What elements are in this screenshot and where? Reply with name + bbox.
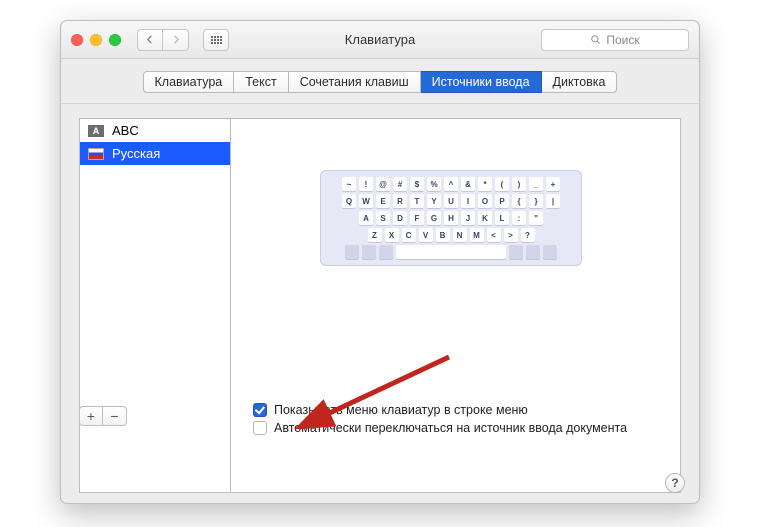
keyboard-key: D [393,211,407,225]
keyboard-key: $ [410,177,424,191]
back-button[interactable] [137,29,163,51]
search-icon [590,34,601,45]
keyboard-key: T [410,194,424,208]
keyboard-key: > [504,228,518,242]
search-placeholder: Поиск [606,33,639,47]
input-source-label: ABC [112,123,139,138]
keyboard-key: : [512,211,526,225]
tab-text[interactable]: Текст [234,71,288,93]
keyboard-key: F [410,211,424,225]
titlebar: Клавиатура Поиск [61,21,699,59]
show-input-menu-row: Показывать меню клавиатур в строке меню [253,403,627,417]
close-window-button[interactable] [71,34,83,46]
keyboard-key: S [376,211,390,225]
keyboard-key: ^ [444,177,458,191]
options-checkboxes: Показывать меню клавиатур в строке меню … [253,403,627,435]
show-input-menu-label: Показывать меню клавиатур в строке меню [274,403,528,417]
auto-switch-row: Автоматически переключаться на источник … [253,421,627,435]
traffic-lights [71,34,121,46]
input-source-abc[interactable]: A ABC [80,119,230,142]
keyboard-modifier-key [379,245,393,259]
keyboard-key: O [478,194,492,208]
keyboard-key: A [359,211,373,225]
keyboard-key: W [359,194,373,208]
show-input-menu-checkbox[interactable] [253,403,267,417]
keyboard-key: * [478,177,492,191]
keyboard-key: P [495,194,509,208]
keyboard-key: } [529,194,543,208]
keyboard-layout-preview: ~!@#$%^&*()_+ QWERTYUIOP{}| ASDFGHJKL:" ZXC… [321,171,581,265]
input-source-russian[interactable]: Русская [80,142,230,165]
keyboard-key: J [461,211,475,225]
tab-dictation[interactable]: Диктовка [542,71,618,93]
input-source-label: Русская [112,146,160,161]
keyboard-modifier-key [509,245,523,259]
zoom-window-button[interactable] [109,34,121,46]
abc-icon: A [88,125,104,137]
keyboard-key: L [495,211,509,225]
keyboard-key: _ [529,177,543,191]
tab-input[interactable]: Источники ввода [421,71,542,93]
russian-flag-icon [88,148,104,160]
keyboard-key: G [427,211,441,225]
pane-body: AABCРусская ~!@#$%^&*()_+QWERTYUIOP{}|AS… [61,104,699,503]
keyboard-key: U [444,194,458,208]
keyboard-key: B [436,228,450,242]
keyboard-key: E [376,194,390,208]
minimize-window-button[interactable] [90,34,102,46]
keyboard-key: & [461,177,475,191]
keyboard-key: I [461,194,475,208]
forward-button[interactable] [163,29,189,51]
keyboard-key: V [419,228,433,242]
auto-switch-label: Автоматически переключаться на источник … [274,421,627,435]
keyboard-key: + [546,177,560,191]
remove-source-button[interactable]: − [103,406,127,426]
auto-switch-checkbox[interactable] [253,421,267,435]
keyboard-modifier-key [345,245,359,259]
keyboard-key: % [427,177,441,191]
keyboard-key: C [402,228,416,242]
tab-shortcuts[interactable]: Сочетания клавиш [289,71,421,93]
keyboard-key: < [487,228,501,242]
keyboard-key: # [393,177,407,191]
keyboard-key: H [444,211,458,225]
keyboard-modifier-key [526,245,540,259]
keyboard-key: | [546,194,560,208]
preferences-window: Клавиатура Поиск КлавиатураТекстСочетани… [60,20,700,504]
tab-bar: КлавиатураТекстСочетания клавишИсточники… [61,59,699,104]
keyboard-key: ) [512,177,526,191]
keyboard-key: " [529,211,543,225]
keyboard-key: Q [342,194,356,208]
add-remove-group: + − [79,406,127,426]
add-source-button[interactable]: + [79,406,103,426]
layout-preview-pane: ~!@#$%^&*()_+ QWERTYUIOP{}| ASDFGHJKL:" ZXC… [231,118,681,493]
keyboard-key: ! [359,177,373,191]
nav-buttons [137,29,189,51]
keyboard-modifier-key [543,245,557,259]
search-field[interactable]: Поиск [541,29,689,51]
keyboard-key: X [385,228,399,242]
keyboard-key: N [453,228,467,242]
keyboard-key: M [470,228,484,242]
keyboard-key: @ [376,177,390,191]
keyboard-key: ( [495,177,509,191]
keyboard-key: ? [521,228,535,242]
grid-icon [211,36,222,44]
keyboard-key: ~ [342,177,356,191]
keyboard-key: R [393,194,407,208]
keyboard-spacebar [396,245,506,259]
keyboard-modifier-key [362,245,376,259]
show-all-button[interactable] [203,29,229,51]
help-button[interactable]: ? [665,473,685,493]
input-sources-list[interactable]: A ABC Русская [79,118,231,493]
keyboard-key: K [478,211,492,225]
keyboard-key: Y [427,194,441,208]
tab-keyboard[interactable]: Клавиатура [143,71,235,93]
keyboard-key: { [512,194,526,208]
keyboard-key: Z [368,228,382,242]
